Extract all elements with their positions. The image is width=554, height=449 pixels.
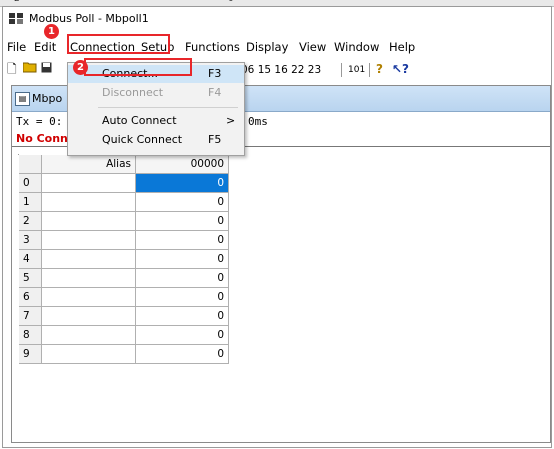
menu-functions[interactable]: Functions bbox=[185, 39, 240, 55]
background-tab-value: 0 bbox=[228, 0, 234, 4]
step-1-badge: 1 bbox=[44, 24, 59, 39]
menu-view[interactable]: View bbox=[299, 39, 326, 55]
menu-help[interactable]: Help bbox=[389, 39, 415, 55]
child-window-icon: ▤ bbox=[15, 92, 30, 106]
quick-connect-label: Quick Connect bbox=[102, 133, 183, 146]
register-grid: Alias 00000 00102030405060708090 bbox=[18, 154, 229, 364]
disconnect-shortcut: F4 bbox=[208, 86, 222, 99]
menu-item-quick-connect[interactable]: Quick Connect F5 bbox=[68, 131, 244, 149]
menu-item-disconnect[interactable]: Disconnect F4 bbox=[68, 84, 244, 102]
toolbar-separator bbox=[341, 63, 342, 77]
menu-separator bbox=[98, 107, 238, 108]
row-index: 5 bbox=[19, 269, 42, 288]
menu-file[interactable]: File bbox=[7, 39, 26, 55]
quick-connect-shortcut: F5 bbox=[208, 133, 222, 146]
menu-display[interactable]: Display bbox=[246, 39, 288, 55]
value-cell[interactable]: 0 bbox=[136, 174, 229, 193]
annotation-box-connect-item bbox=[84, 58, 192, 76]
submenu-arrow-icon: > bbox=[226, 114, 236, 127]
row-index: 9 bbox=[19, 345, 42, 364]
tx-status-tail: 0ms bbox=[248, 115, 268, 128]
alias-cell[interactable] bbox=[42, 345, 136, 364]
value-cell[interactable]: 0 bbox=[136, 326, 229, 345]
value-column-header[interactable]: 00000 bbox=[136, 155, 229, 174]
menu-edit[interactable]: Edit bbox=[34, 39, 56, 55]
menu-window[interactable]: Window bbox=[334, 39, 379, 55]
step-2-badge: 2 bbox=[73, 60, 88, 75]
value-cell[interactable]: 0 bbox=[136, 288, 229, 307]
function-code-buttons[interactable]: 06 15 16 22 23 bbox=[241, 62, 321, 78]
value-cell[interactable]: 0 bbox=[136, 193, 229, 212]
row-index: 1 bbox=[19, 193, 42, 212]
new-file-icon[interactable]: 🗋 bbox=[7, 61, 17, 77]
alias-cell[interactable] bbox=[42, 231, 136, 250]
row-index: 6 bbox=[19, 288, 42, 307]
value-cell[interactable]: 0 bbox=[136, 269, 229, 288]
modbus-app-icon bbox=[9, 12, 23, 25]
disconnect-label: Disconnect bbox=[102, 86, 164, 99]
value-cell[interactable]: 0 bbox=[136, 212, 229, 231]
alias-cell[interactable] bbox=[42, 250, 136, 269]
connect-shortcut: F3 bbox=[208, 67, 222, 80]
value-cell[interactable]: 0 bbox=[136, 307, 229, 326]
context-help-icon[interactable]: ↖? bbox=[392, 61, 409, 77]
alias-cell[interactable] bbox=[42, 326, 136, 345]
alias-column-header[interactable]: Alias bbox=[42, 155, 136, 174]
title-bar: Modbus Poll - Mbpoll1 bbox=[3, 7, 551, 30]
annotation-box-connection-menu bbox=[67, 34, 170, 54]
toolbar-separator bbox=[369, 63, 370, 77]
row-index: 2 bbox=[19, 212, 42, 231]
register-101-button[interactable]: 101 bbox=[348, 62, 365, 78]
menu-item-auto-connect[interactable]: Auto Connect > bbox=[68, 112, 244, 130]
alias-cell[interactable] bbox=[42, 288, 136, 307]
value-cell[interactable]: 0 bbox=[136, 231, 229, 250]
open-folder-icon[interactable] bbox=[22, 61, 37, 77]
child-window-title: Mbpo bbox=[32, 92, 63, 105]
save-icon[interactable] bbox=[41, 61, 52, 77]
alias-cell[interactable] bbox=[42, 174, 136, 193]
alias-cell[interactable] bbox=[42, 193, 136, 212]
alias-cell[interactable] bbox=[42, 269, 136, 288]
alias-cell[interactable] bbox=[42, 212, 136, 231]
row-index: 0 bbox=[19, 174, 42, 193]
row-index: 7 bbox=[19, 307, 42, 326]
auto-connect-label: Auto Connect bbox=[102, 114, 177, 127]
background-tab-label: 2 bbox=[14, 0, 20, 4]
row-index: 8 bbox=[19, 326, 42, 345]
connection-error-status: No Conn bbox=[16, 132, 68, 145]
row-index: 3 bbox=[19, 231, 42, 250]
window-title: Modbus Poll - Mbpoll1 bbox=[29, 12, 149, 25]
alias-cell[interactable] bbox=[42, 307, 136, 326]
help-icon[interactable]: ? bbox=[376, 61, 383, 77]
grid-corner bbox=[19, 155, 42, 174]
connection-dropdown-menu: Connect... F3 Disconnect F4 Auto Connect… bbox=[67, 62, 245, 156]
row-index: 4 bbox=[19, 250, 42, 269]
value-cell[interactable]: 0 bbox=[136, 250, 229, 269]
value-cell[interactable]: 0 bbox=[136, 345, 229, 364]
